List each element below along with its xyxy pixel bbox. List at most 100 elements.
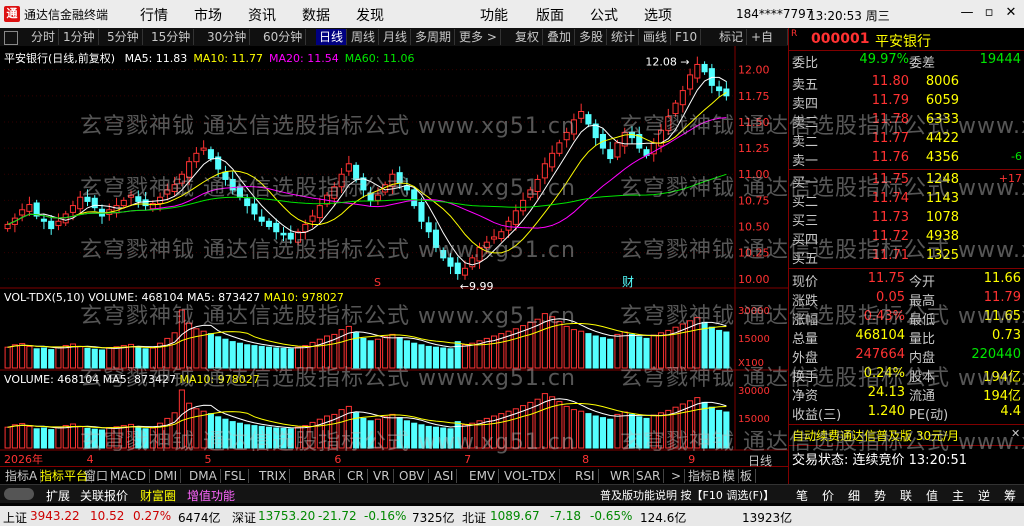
indicator-tab-6[interactable]: DMA xyxy=(186,469,221,483)
toolbar-13[interactable]: 叠加 xyxy=(544,29,576,45)
menu-6[interactable]: 功能 xyxy=(480,5,508,25)
bottom-action-2[interactable]: 价 xyxy=(822,487,834,504)
indicator-tab-13[interactable]: ASI xyxy=(431,469,458,483)
indicator-tab-17[interactable]: WR xyxy=(607,469,635,483)
bottom-action-7[interactable]: 主 xyxy=(952,487,964,504)
candle xyxy=(244,198,251,207)
toolbar-4[interactable]: 15分钟 xyxy=(148,29,195,45)
toolbar-1[interactable]: 分时 xyxy=(28,29,60,45)
ad-banner[interactable]: 自动续费通达信普及版 30元/月 ✕ xyxy=(789,424,1024,446)
indicator-tab-1[interactable]: 指标A xyxy=(2,469,42,483)
toolbar-19[interactable]: +自选 xyxy=(748,29,788,60)
toolbar-3[interactable]: 5分钟 xyxy=(104,29,143,45)
indicator-tab-15[interactable]: VOL-TDX xyxy=(501,469,560,483)
toolbar-15[interactable]: 统计 xyxy=(608,29,640,45)
bid-row-2[interactable]: 买二 11.74 1143 xyxy=(789,191,1024,210)
indicator-tab-19[interactable]: > xyxy=(668,469,686,483)
bid-volume: 1143 xyxy=(925,191,959,206)
menu-4[interactable]: 数据 xyxy=(302,5,330,25)
candle xyxy=(469,257,476,268)
quote-key: 换手 xyxy=(792,370,819,385)
kline-chart[interactable]: 12.00 11.75 11.50 11.25 11.00 10.75 10.50 10.25… xyxy=(0,46,788,466)
layout-icon[interactable] xyxy=(4,31,18,45)
menu-2[interactable]: 市场 xyxy=(194,5,222,25)
menu-8[interactable]: 公式 xyxy=(590,5,618,25)
toolbar-12[interactable]: 复权 xyxy=(512,29,544,45)
ask-row-2[interactable]: 卖四 11.79 6059 xyxy=(789,93,1024,112)
bottom-action-6[interactable]: 值 xyxy=(926,487,938,504)
menu-7[interactable]: 版面 xyxy=(536,5,564,25)
bottom-action-5[interactable]: 联 xyxy=(900,487,912,504)
volume-bar xyxy=(549,396,556,449)
volume-bar xyxy=(302,425,309,449)
indicator-tab-22[interactable]: 板 xyxy=(737,469,757,483)
toolbar-10[interactable]: 多周期 xyxy=(412,29,456,45)
ext-tab-2[interactable]: 关联报价 xyxy=(80,487,128,504)
account-label[interactable]: 184****7797 xyxy=(736,7,813,21)
bid-row-1[interactable]: 买一 11.75 1248 +17 xyxy=(789,172,1024,191)
bottom-action-3[interactable]: 细 xyxy=(848,487,860,504)
ext-tab-1[interactable]: 扩展 xyxy=(46,487,70,504)
marker-s[interactable]: S xyxy=(374,276,381,289)
bottom-action-8[interactable]: 逆 xyxy=(978,487,990,504)
minimize-icon[interactable]: — xyxy=(958,4,976,22)
volume-bar xyxy=(128,343,135,369)
menu-5[interactable]: 发现 xyxy=(356,5,384,25)
bottom-action-4[interactable]: 势 xyxy=(874,487,886,504)
toolbar-16[interactable]: 画线 xyxy=(640,29,672,45)
toolbar-2[interactable]: 1分钟 xyxy=(60,29,99,45)
indicator-tab-4[interactable]: MACD xyxy=(107,469,150,483)
indicator-tab-14[interactable]: EMV xyxy=(466,469,500,483)
indicator-tab-12[interactable]: OBV xyxy=(396,469,429,483)
toolbar-11[interactable]: 更多 > xyxy=(456,29,501,45)
candle xyxy=(222,171,229,180)
toolbar-6[interactable]: 60分钟 xyxy=(260,29,307,45)
bid-row-3[interactable]: 买三 11.73 1078 xyxy=(789,210,1024,229)
indicator-tab-18[interactable]: SAR xyxy=(633,469,665,483)
menu-9[interactable]: 选项 xyxy=(644,5,672,25)
bottom-action-1[interactable]: 笔 xyxy=(796,487,808,504)
ad-close-icon[interactable]: ✕ xyxy=(1011,427,1020,440)
marker-cai[interactable]: 财 xyxy=(622,275,634,289)
maximize-icon[interactable]: ▫ xyxy=(980,4,998,22)
function-help[interactable]: 普及版功能说明 按【F10 调选(F)】 xyxy=(600,487,774,503)
ask-row-3[interactable]: 卖三 11.78 6333 xyxy=(789,112,1024,131)
toolbar-7[interactable]: 日线 xyxy=(316,29,348,45)
indicator-tab-9[interactable]: BRAR xyxy=(300,469,340,483)
volume-bar xyxy=(294,346,302,369)
toolbar-14[interactable]: 多股 xyxy=(576,29,608,45)
toggle-switch[interactable] xyxy=(4,488,34,500)
indicator-tab-16[interactable]: RSI xyxy=(572,469,599,483)
indicator-tab-5[interactable]: DMI xyxy=(151,469,182,483)
toolbar-8[interactable]: 周线 xyxy=(348,29,380,45)
volume-bar xyxy=(4,346,11,369)
toolbar-17[interactable]: F10 xyxy=(672,29,702,45)
indicator-tab-10[interactable]: CR xyxy=(344,469,368,483)
bid-row-5[interactable]: 买五 11.71 1325 xyxy=(789,248,1024,267)
close-icon[interactable]: ✕ xyxy=(1002,4,1020,22)
volume-bar xyxy=(149,427,156,449)
bid-row-4[interactable]: 买四 11.72 4938 xyxy=(789,229,1024,248)
vol2-tick-2: 15000 xyxy=(738,414,770,425)
menu-1[interactable]: 行情 xyxy=(140,5,168,25)
menu-3[interactable]: 资讯 xyxy=(248,5,276,25)
volume-bar xyxy=(84,427,91,449)
indicator-tab-20[interactable]: 指标B xyxy=(685,469,725,483)
ext-tab-4[interactable]: 增值功能 xyxy=(187,487,235,504)
toolbar-9[interactable]: 月线 xyxy=(380,29,412,45)
ext-tab-3[interactable]: 财富圈 xyxy=(140,487,176,504)
ask-price: 11.78 xyxy=(871,112,909,127)
indicator-tab-8[interactable]: TRIX xyxy=(256,469,291,483)
indicator-tab-11[interactable]: VR xyxy=(370,469,394,483)
ask-row-5[interactable]: 卖一 11.76 4356 -6 xyxy=(789,150,1024,169)
ask-row-1[interactable]: 卖五 11.80 8006 xyxy=(789,74,1024,93)
toolbar-18[interactable]: 标记 xyxy=(716,29,748,45)
toolbar-5[interactable]: 30分钟 xyxy=(204,29,251,45)
volume-bar xyxy=(19,423,26,449)
month-label-4: 7 xyxy=(464,453,471,466)
candle xyxy=(4,223,11,230)
ask-row-4[interactable]: 卖二 11.77 4422 xyxy=(789,131,1024,150)
bottom-action-9[interactable]: 筹 xyxy=(1004,487,1016,504)
bid-price: 11.75 xyxy=(871,172,909,187)
indicator-tab-7[interactable]: FSL xyxy=(221,469,249,483)
